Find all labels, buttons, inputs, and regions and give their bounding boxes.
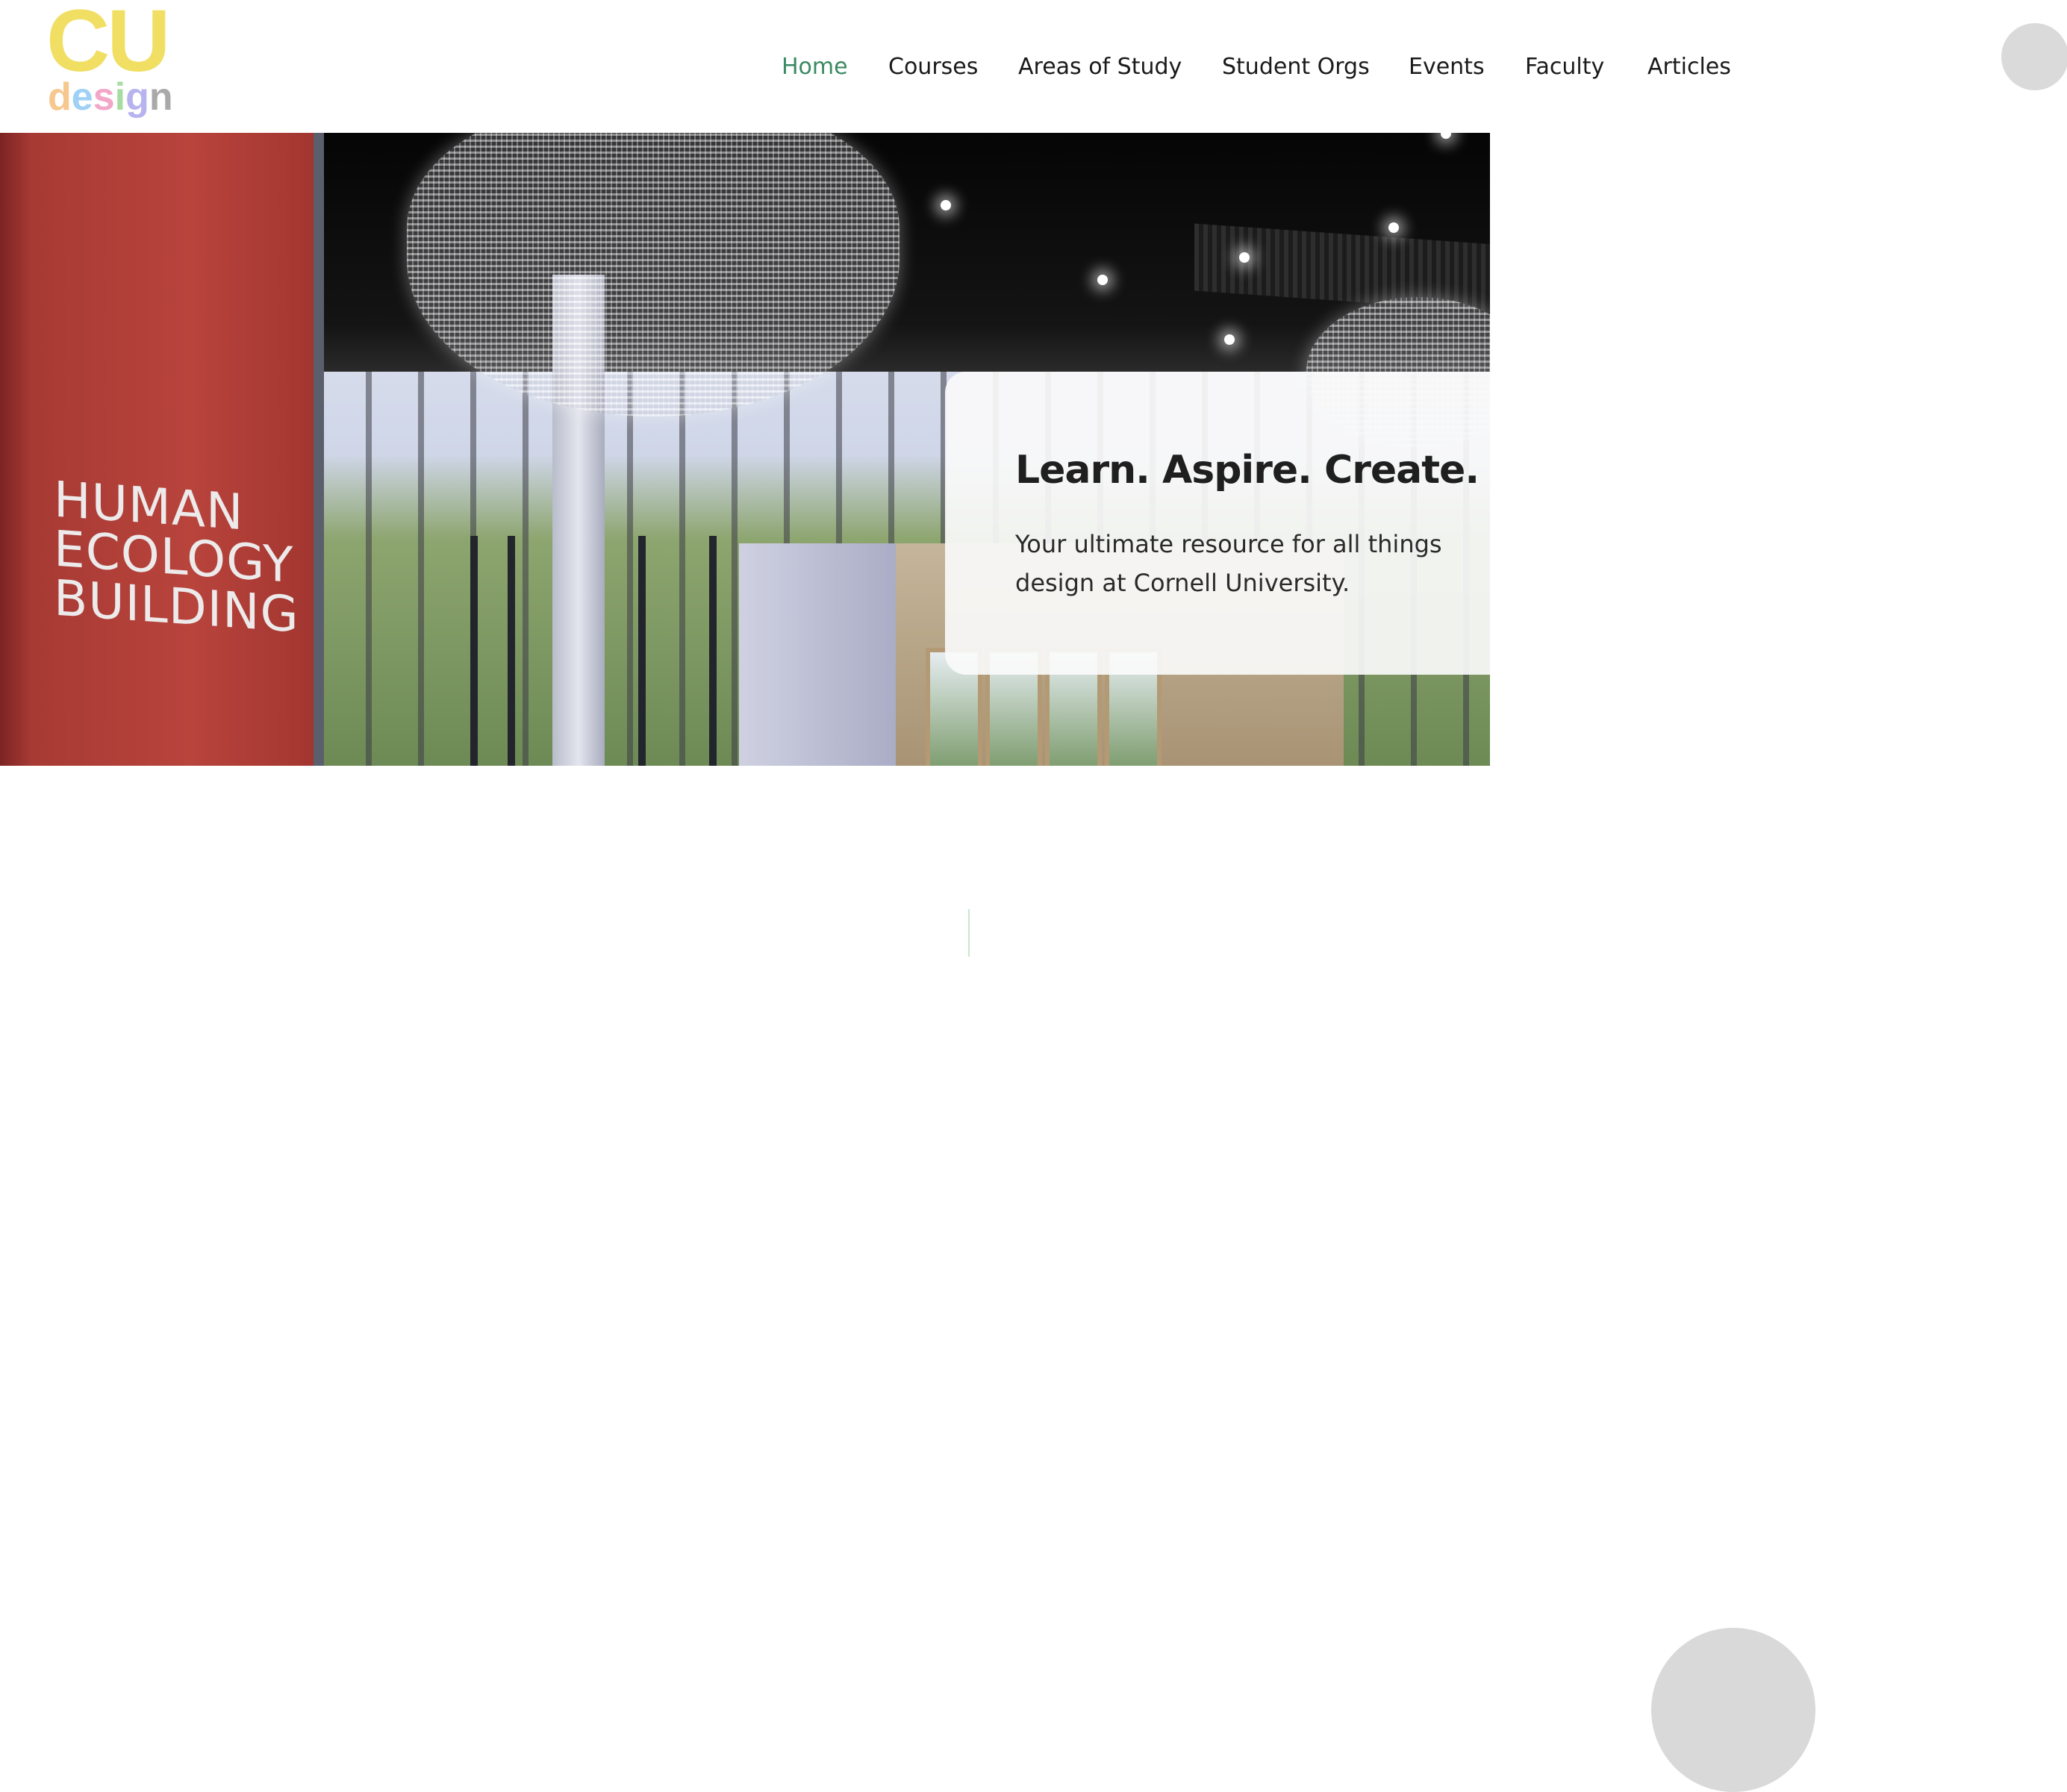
hero-corner-curve [1490, 133, 1557, 200]
ceiling-light [1097, 275, 1108, 285]
ceiling-light [1388, 222, 1399, 233]
hero-red-wall [0, 133, 317, 766]
nav-item-events[interactable]: Events [1409, 52, 1485, 82]
logo-letter: s [93, 75, 115, 119]
logo-cu-text: CU [46, 0, 170, 90]
hero-card: Learn. Aspire. Create. Your ultimate res… [945, 372, 1490, 675]
logo-letter: i [114, 75, 126, 119]
floating-avatar-icon[interactable] [1651, 1628, 1815, 1792]
logo-design-text: design [48, 78, 173, 116]
nav-item-courses[interactable]: Courses [888, 52, 978, 82]
hero-subtitle: Your ultimate resource for all things de… [1015, 530, 1442, 597]
building-sign: HUMAN ECOLOGY BUILDING [54, 471, 299, 644]
window-frame [709, 536, 717, 766]
logo-letter: d [48, 75, 72, 119]
hero-wall-edge [314, 133, 324, 766]
nav-item-student-orgs[interactable]: Student Orgs [1222, 52, 1370, 82]
nav-item-areas-of-study[interactable]: Areas of Study [1018, 52, 1182, 82]
logo-letter: e [71, 75, 93, 119]
profile-avatar-icon[interactable] [2001, 23, 2067, 90]
window-frame [508, 536, 515, 766]
hero-right-whitespace [1490, 133, 1789, 766]
cu-design-logo[interactable]: CU design [46, 0, 181, 122]
ceiling-light [1441, 133, 1451, 139]
window-frame [638, 536, 646, 766]
ceiling-light [941, 200, 951, 210]
section-divider [968, 909, 970, 957]
hero-title: Learn. Aspire. Create. [1015, 448, 1480, 493]
ceiling-light [1239, 252, 1250, 263]
ceiling-light [1224, 334, 1235, 345]
hero-wall-panel [739, 543, 903, 766]
site-header: CU design Home Courses Areas of Study St… [0, 0, 2067, 133]
logo-letter: n [149, 75, 173, 119]
logo-letter: g [125, 75, 149, 119]
nav-item-articles[interactable]: Articles [1647, 52, 1731, 82]
window-frame [470, 536, 478, 766]
nav-item-home[interactable]: Home [782, 52, 848, 82]
nav-item-faculty[interactable]: Faculty [1525, 52, 1604, 82]
